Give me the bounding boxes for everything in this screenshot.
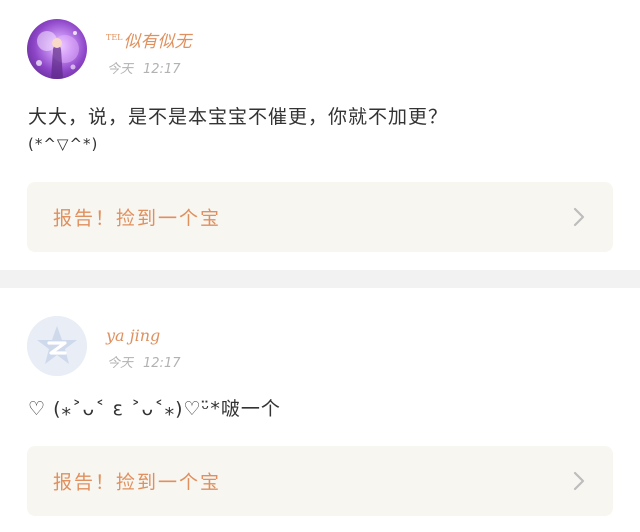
comment-text-line: (*^▽^*) bbox=[28, 135, 99, 153]
avatar[interactable] bbox=[27, 19, 87, 79]
comment-text-line: 大大，说，是不是本宝宝不催更，你就不加更？ bbox=[28, 106, 449, 128]
comment-text-line: ♡ (⁎˃ᴗ˂ ε ˃ᴗ˂⁎)♡ᵕ̈*啵一个 bbox=[28, 398, 281, 420]
chevron-right-icon bbox=[573, 471, 585, 491]
avatar[interactable] bbox=[27, 316, 87, 376]
report-label: 报告！捡到一个宝 bbox=[53, 471, 222, 494]
timestamp: 今天 12:17 bbox=[107, 58, 180, 77]
comment-item: TEL似有似无 今天 12:17 大大，说，是不是本宝宝不催更，你就不加更？ (*… bbox=[0, 0, 640, 270]
username-text: 似有似无 bbox=[123, 32, 192, 52]
username[interactable]: ya jing bbox=[106, 326, 160, 345]
avatar-image bbox=[36, 31, 79, 79]
report-label: 报告！捡到一个宝 bbox=[53, 207, 222, 230]
qq-default-avatar-icon bbox=[27, 316, 87, 376]
username-text: ya jing bbox=[106, 326, 161, 345]
comment-separator bbox=[0, 270, 640, 288]
username[interactable]: TEL似有似无 bbox=[106, 27, 192, 52]
timestamp-time: 12:17 bbox=[143, 356, 181, 371]
username-prefix: TEL bbox=[106, 33, 123, 43]
comment-item: ya jing 今天 12:17 ♡ (⁎˃ᴗ˂ ε ˃ᴗ˂⁎)♡ᵕ̈*啵一个 报… bbox=[0, 288, 640, 532]
report-button[interactable]: 报告！捡到一个宝 bbox=[27, 182, 613, 252]
timestamp-date: 今天 bbox=[107, 356, 134, 371]
timestamp-time: 12:17 bbox=[143, 62, 181, 77]
timestamp: 今天 12:17 bbox=[107, 352, 180, 371]
report-button[interactable]: 报告！捡到一个宝 bbox=[27, 446, 613, 516]
comment-content: 大大，说，是不是本宝宝不催更，你就不加更？ (*^▽^*) bbox=[28, 102, 612, 156]
timestamp-date: 今天 bbox=[107, 62, 134, 77]
chevron-right-icon bbox=[573, 207, 585, 227]
comment-content: ♡ (⁎˃ᴗ˂ ε ˃ᴗ˂⁎)♡ᵕ̈*啵一个 bbox=[28, 394, 612, 424]
